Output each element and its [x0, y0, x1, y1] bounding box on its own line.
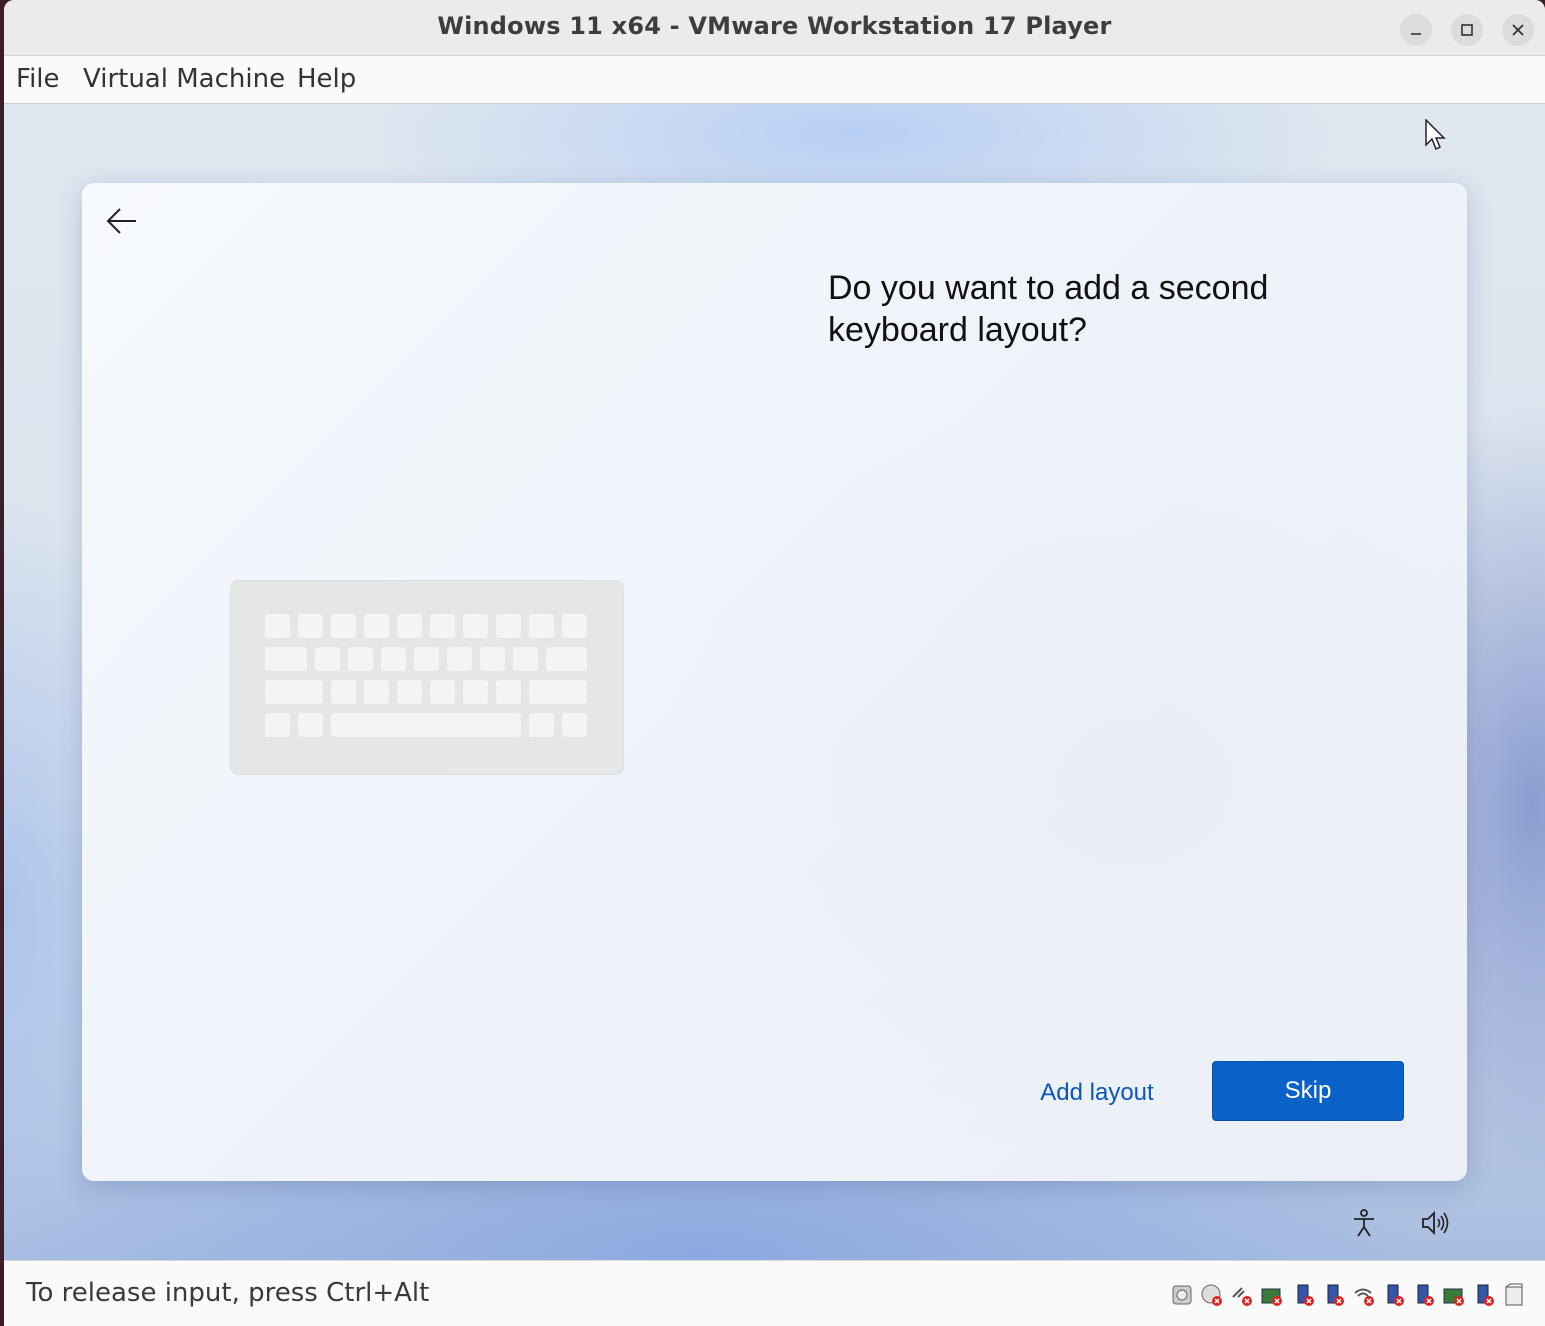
minimize-button[interactable]	[1400, 14, 1432, 46]
page-heading: Do you want to add a second keyboard lay…	[828, 269, 1269, 349]
usb-icon[interactable]	[1472, 1283, 1496, 1307]
keyboard-illustration	[230, 580, 624, 775]
window-title: Windows 11 x64 - VMware Workstation 17 P…	[437, 12, 1112, 40]
add-layout-button[interactable]: Add layout	[1022, 1073, 1172, 1113]
setup-card: Do you want to add a second keyboard lay…	[82, 183, 1467, 1181]
maximize-icon	[1461, 24, 1473, 36]
minimize-icon	[1411, 33, 1421, 35]
usb-icon[interactable]	[1382, 1283, 1406, 1307]
vmware-window: Windows 11 x64 - VMware Workstation 17 P…	[4, 0, 1545, 1326]
skip-button[interactable]: Skip	[1212, 1061, 1404, 1121]
network-adapter-icon[interactable]	[1442, 1283, 1466, 1307]
vm-display[interactable]: Do you want to add a second keyboard lay…	[4, 104, 1545, 1260]
menu-virtual-machine[interactable]: Virtual Machine	[83, 64, 285, 94]
accessibility-icon[interactable]	[1348, 1207, 1380, 1239]
sound-card-icon[interactable]	[1352, 1283, 1376, 1307]
usb-icon[interactable]	[1292, 1283, 1316, 1307]
maximize-button[interactable]	[1451, 14, 1483, 46]
menu-file[interactable]: File	[16, 64, 60, 94]
hard-disk-icon[interactable]	[1170, 1283, 1194, 1307]
usb-icon[interactable]	[1322, 1283, 1346, 1307]
mouse-cursor-icon	[1425, 119, 1446, 151]
menu-help[interactable]: Help	[297, 64, 356, 94]
cd-dvd-icon[interactable]	[1200, 1283, 1224, 1307]
title-bar[interactable]: Windows 11 x64 - VMware Workstation 17 P…	[4, 0, 1545, 56]
network-adapter-icon[interactable]	[1260, 1283, 1284, 1307]
floppy-icon[interactable]	[1230, 1283, 1254, 1307]
volume-icon[interactable]	[1419, 1207, 1451, 1239]
status-bar: To release input, press Ctrl+Alt	[4, 1260, 1545, 1326]
usb-icon[interactable]	[1412, 1283, 1436, 1307]
close-icon	[1512, 24, 1524, 36]
menu-bar: File Virtual Machine Help	[4, 56, 1545, 104]
close-button[interactable]	[1502, 14, 1534, 46]
release-input-hint: To release input, press Ctrl+Alt	[26, 1278, 430, 1308]
printer-icon[interactable]	[1502, 1283, 1526, 1307]
back-arrow-icon[interactable]	[104, 205, 140, 237]
